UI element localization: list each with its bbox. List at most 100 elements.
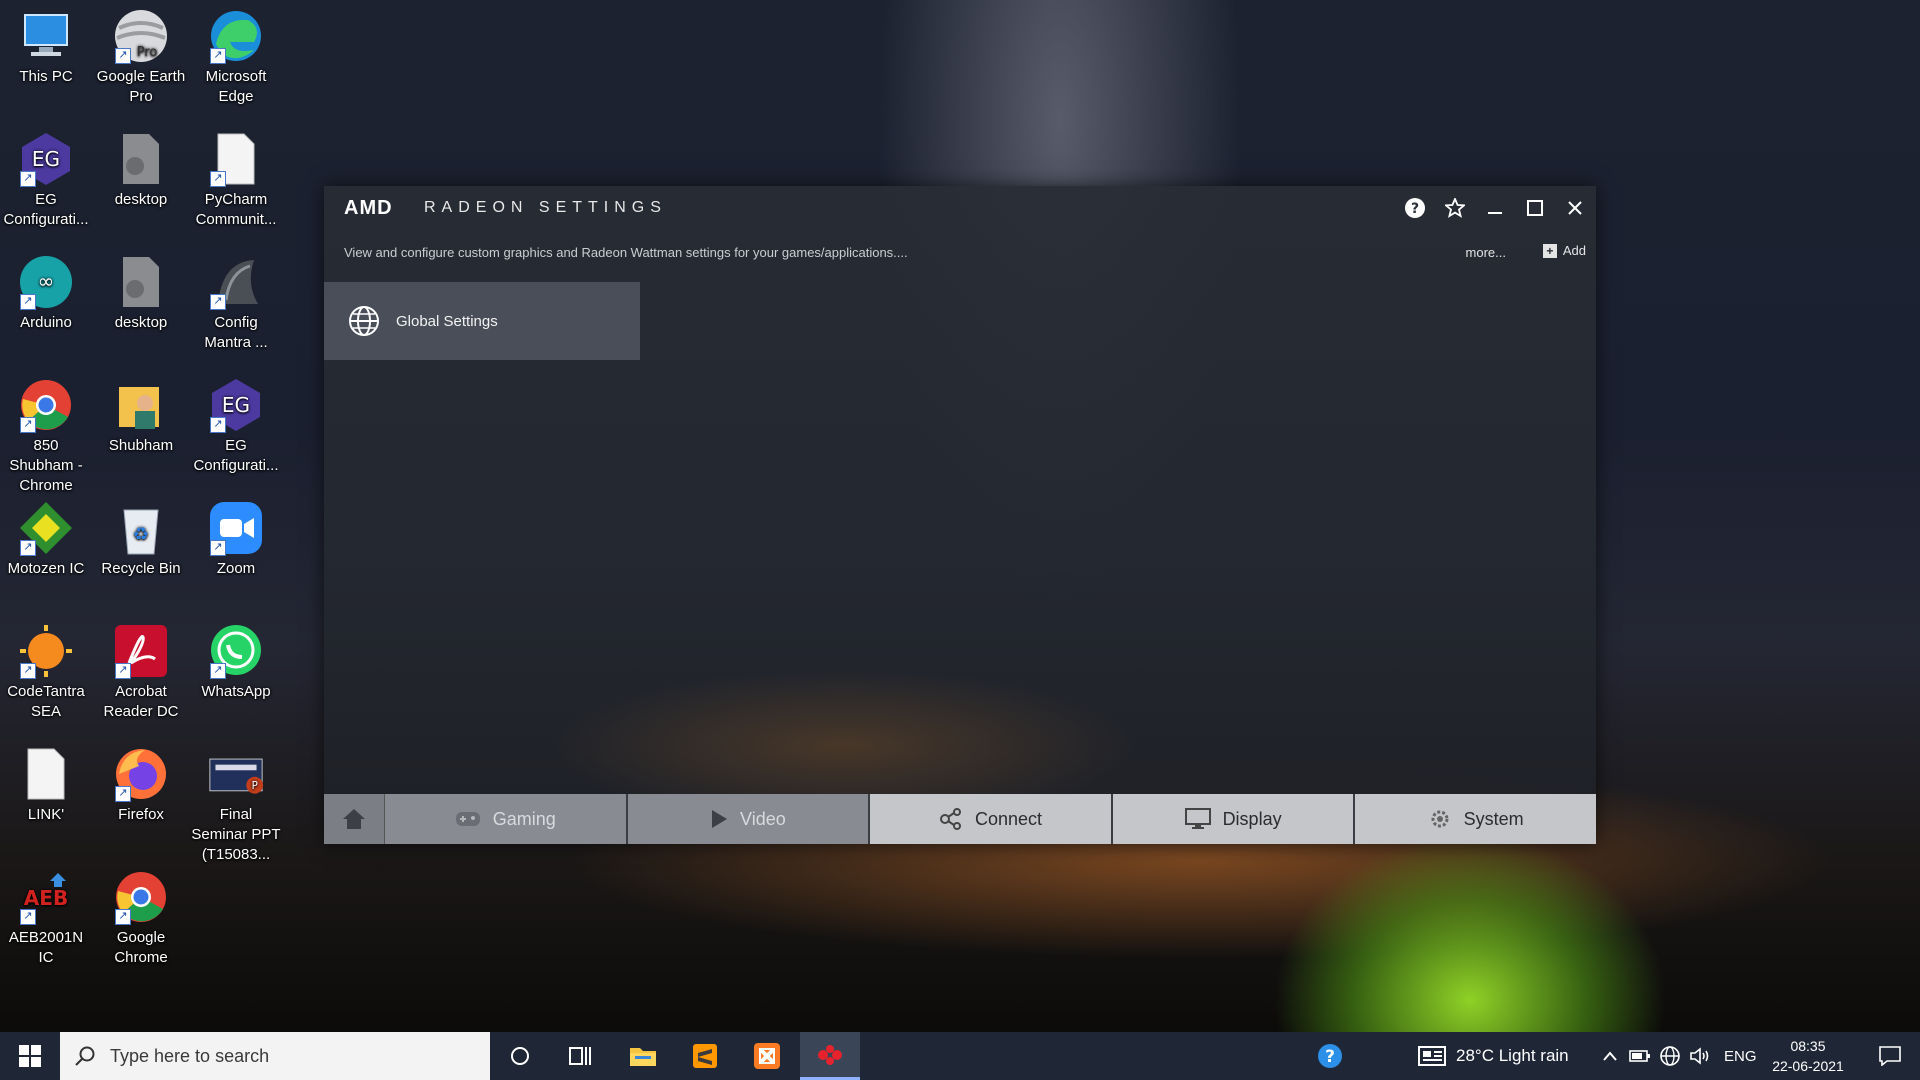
radeon-icon [818, 1044, 842, 1065]
folder-icon [630, 1048, 656, 1066]
desktop-icon-recycle-bin[interactable]: ♻ Recycle Bin [95, 500, 187, 579]
amd-logo: AMD [344, 197, 393, 219]
desktop-icon-edge[interactable]: ↗ Microsoft Edge [190, 8, 282, 107]
add-button[interactable]: + Add [1542, 243, 1586, 258]
taskbar-sublime-text[interactable] [675, 1032, 735, 1080]
language-indicator[interactable]: ENG [1724, 1032, 1757, 1080]
tab-gaming-label: Gaming [492, 808, 556, 829]
favorite-button[interactable] [1442, 195, 1468, 221]
tab-gaming[interactable]: Gaming [385, 794, 628, 844]
system-gear-icon [1431, 810, 1449, 828]
global-settings-tile[interactable]: Global Settings [324, 282, 640, 360]
chrome-icon: ↗ [113, 869, 169, 925]
clock-time: 08:35 [1790, 1038, 1826, 1054]
desktop-icon-whatsapp[interactable]: ↗ WhatsApp [190, 623, 282, 702]
desktop-icon-acrobat[interactable]: ↗ Acrobat Reader DC [95, 623, 187, 722]
aeb-icon: AEB ↗ [18, 869, 74, 925]
desktop-icon-codetantra[interactable]: ↗ CodeTantra SEA [0, 623, 92, 722]
desktop-icon-google-chrome[interactable]: ↗ Google Chrome [95, 869, 187, 968]
desktop-icon-link[interactable]: LINK' [0, 746, 92, 825]
tab-connect-label: Connect [974, 808, 1042, 829]
star-icon [1445, 198, 1465, 218]
clock[interactable]: 08:35 22-06-2021 [1763, 1036, 1853, 1076]
taskbar-radeon-settings[interactable] [800, 1032, 860, 1080]
monitor-icon [1184, 808, 1211, 829]
cortana-button[interactable] [490, 1032, 550, 1080]
svg-text:∞: ∞ [38, 269, 55, 293]
icon-label: Shubham [108, 437, 174, 454]
search-icon [75, 1046, 95, 1066]
window-subtitle: View and configure custom graphics and R… [344, 245, 908, 260]
svg-text:♻: ♻ [133, 524, 149, 545]
desktop-icon-egconfig[interactable]: EG ↗ EG Configurati... [0, 131, 92, 230]
network-button[interactable] [1656, 1032, 1684, 1080]
desktop-icon-motozen[interactable]: ↗ Motozen IC [0, 500, 92, 579]
globe-network-icon [1660, 1046, 1680, 1066]
icon-label: LINK' [27, 806, 65, 823]
settings-file-icon [113, 254, 169, 310]
desktop-icon-google-earth[interactable]: Pro ↗ Google Earth Pro [95, 8, 187, 107]
xampp-icon [754, 1043, 780, 1069]
desktop-icon-pycharm[interactable]: ↗ PyCharm Communit... [190, 131, 282, 230]
motozen-icon: ↗ [18, 500, 74, 556]
desktop-icon-shubham[interactable]: Shubham [95, 377, 187, 456]
taskbar-search-box[interactable]: Type here to search [60, 1032, 490, 1080]
icon-label: Arduino [20, 314, 72, 331]
show-hidden-icons-button[interactable] [1596, 1032, 1624, 1080]
volume-button[interactable] [1686, 1032, 1714, 1080]
desktop-icon-zoom[interactable]: ↗ Zoom [190, 500, 282, 579]
icon-label: Recycle Bin [101, 560, 181, 577]
file-icon [18, 746, 74, 802]
battery-button[interactable] [1626, 1032, 1654, 1080]
help-tray-icon: ? [1318, 1044, 1342, 1068]
tab-video[interactable]: Video [627, 794, 871, 844]
desktop-icon-chrome-profile[interactable]: ↗ 850 Shubham - Chrome [0, 377, 92, 496]
more-link[interactable]: more... [1466, 245, 1506, 260]
whatsapp-icon: ↗ [208, 623, 264, 679]
desktop-icon-aeb2001n[interactable]: AEB ↗ AEB2001N IC [0, 869, 92, 968]
icon-label: Google Earth Pro [96, 68, 186, 105]
task-view-button[interactable] [550, 1032, 610, 1080]
home-icon [343, 809, 365, 829]
window-titlebar[interactable]: AMD RADEON SETTINGS ? [324, 186, 1596, 230]
close-button[interactable] [1562, 195, 1588, 221]
desktop-icon-arduino[interactable]: ∞ ↗ Arduino [0, 254, 92, 333]
desktop-icon-final-seminar[interactable]: P Final Seminar PPT (T15083... [190, 746, 282, 865]
maximize-button[interactable] [1522, 195, 1548, 221]
globe-icon [349, 306, 379, 336]
icon-label: 850 Shubham - Chrome [9, 437, 83, 494]
desktop-icon-egconfig-2[interactable]: EG ↗ EG Configurati... [190, 377, 282, 476]
tab-display-label: Display [1222, 808, 1282, 829]
tab-display[interactable]: Display [1112, 794, 1356, 844]
home-button[interactable] [324, 794, 385, 844]
action-center-button[interactable] [1860, 1032, 1920, 1080]
weather-widget[interactable]: 28°C Light rain [1418, 1032, 1569, 1080]
gamepad-icon [455, 812, 480, 826]
codetantra-icon: ↗ [18, 623, 74, 679]
help-tray-button[interactable]: ? [1300, 1032, 1360, 1080]
tab-system[interactable]: System [1355, 794, 1596, 844]
help-button[interactable]: ? [1402, 195, 1428, 221]
minimize-button[interactable] [1482, 195, 1508, 221]
desktop-icon-config-mantra[interactable]: ↗ Config Mantra ... [190, 254, 282, 353]
play-icon [712, 810, 728, 828]
taskbar-xampp[interactable] [737, 1032, 797, 1080]
eg-config-icon: EG ↗ [208, 377, 264, 433]
start-button[interactable] [0, 1032, 60, 1080]
svg-text:EG: EG [32, 147, 60, 171]
tab-connect[interactable]: Connect [870, 794, 1113, 844]
svg-text:AEB: AEB [24, 886, 68, 910]
svg-text:?: ? [1411, 201, 1419, 217]
taskbar-file-explorer[interactable] [613, 1032, 673, 1080]
desktop-icon-desktop-2[interactable]: desktop [95, 254, 187, 333]
desktop-icon-desktop-1[interactable]: desktop [95, 131, 187, 210]
desktop-icon-firefox[interactable]: ↗ Firefox [95, 746, 187, 825]
cortana-icon [511, 1047, 529, 1065]
desktop-icon-this-pc[interactable]: This PC [0, 8, 92, 87]
powerpoint-file-icon: P [208, 746, 264, 802]
icon-label: Google Chrome [114, 929, 168, 966]
icon-label: CodeTantra SEA [7, 683, 85, 720]
acrobat-icon: ↗ [113, 623, 169, 679]
connect-icon [939, 808, 961, 830]
sublime-text-icon [693, 1044, 717, 1068]
